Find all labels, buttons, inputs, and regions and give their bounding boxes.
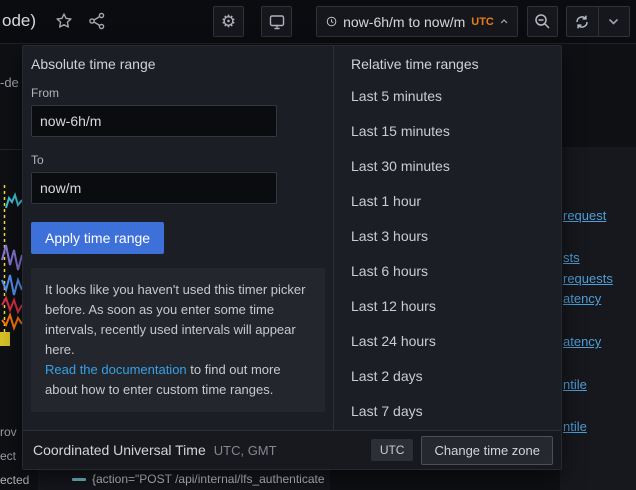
from-label: From bbox=[31, 86, 325, 100]
change-time-zone-button[interactable]: Change time zone bbox=[421, 436, 553, 465]
dashboard-settings-button[interactable]: ⚙ bbox=[213, 6, 244, 37]
relative-range-option[interactable]: Last 12 hours bbox=[334, 289, 561, 324]
relative-range-option[interactable]: Last 1 hour bbox=[334, 184, 561, 219]
tv-cycle-view-button[interactable] bbox=[261, 6, 292, 37]
to-label: To bbox=[31, 153, 325, 167]
timezone-detail: UTC, GMT bbox=[214, 443, 277, 458]
relative-range-option[interactable]: Last 7 days bbox=[334, 394, 561, 429]
apply-time-range-button[interactable]: Apply time range bbox=[31, 222, 164, 254]
absolute-section-heading: Absolute time range bbox=[31, 56, 325, 72]
relative-section-heading: Relative time ranges bbox=[334, 56, 561, 72]
time-picker-panel: Absolute time range From To Apply time r… bbox=[22, 45, 562, 470]
time-zone-tag: UTC bbox=[471, 16, 494, 28]
series-color-dash bbox=[72, 478, 86, 481]
legend-link[interactable]: ntile bbox=[563, 419, 587, 434]
refresh-interval-dropdown[interactable] bbox=[598, 7, 630, 36]
time-range-label: now-6h/m to now/m bbox=[343, 14, 465, 30]
axis-fragment-2: ect bbox=[0, 449, 16, 463]
relative-range-option[interactable]: Last 6 hours bbox=[334, 254, 561, 289]
from-input[interactable] bbox=[31, 105, 277, 137]
relative-range-option[interactable]: Last 5 minutes bbox=[334, 79, 561, 114]
chevron-down-icon bbox=[608, 18, 619, 25]
gear-icon: ⚙ bbox=[221, 12, 236, 32]
axis-fragment-3: ected bbox=[0, 473, 29, 487]
relative-time-ranges-section: Relative time ranges Last 5 minutes Last… bbox=[333, 46, 561, 430]
zoom-out-icon bbox=[534, 13, 551, 30]
recently-used-info-box: It looks like you haven't used this time… bbox=[31, 268, 325, 412]
breadcrumb-fragment: -de bbox=[0, 75, 19, 90]
share-icon[interactable] bbox=[88, 12, 106, 30]
relative-range-option[interactable]: Last 30 minutes bbox=[334, 149, 561, 184]
refresh-button-group bbox=[566, 6, 630, 37]
relative-range-option[interactable]: Last 3 hours bbox=[334, 219, 561, 254]
axis-fragment-1: rov bbox=[0, 425, 17, 439]
chevron-up-icon bbox=[500, 18, 508, 25]
timezone-name: Coordinated Universal Time bbox=[33, 442, 206, 458]
legend-link[interactable]: atency bbox=[563, 291, 601, 306]
top-navigation-bar: ode) ⚙ now-6h/m to now/m UTC bbox=[0, 0, 636, 44]
relative-range-option[interactable]: Last 15 minutes bbox=[334, 114, 561, 149]
relative-range-option[interactable]: Last 2 days bbox=[334, 359, 561, 394]
legend-link[interactable]: ntile bbox=[563, 377, 587, 392]
monitor-icon bbox=[268, 13, 286, 31]
legend-link[interactable]: request bbox=[563, 208, 606, 223]
refresh-dashboard-button[interactable] bbox=[567, 7, 598, 36]
dashboard-title-fragment: ode) bbox=[2, 11, 36, 31]
star-icon[interactable] bbox=[55, 12, 73, 30]
background-panel bbox=[560, 147, 636, 490]
graph-fragment bbox=[0, 150, 22, 350]
relative-range-option[interactable]: Last 24 hours bbox=[334, 324, 561, 359]
info-text: It looks like you haven't used this time… bbox=[45, 282, 305, 357]
absolute-time-range-section: Absolute time range From To Apply time r… bbox=[23, 46, 333, 430]
relative-range-list: Last 5 minutes Last 15 minutes Last 30 m… bbox=[334, 79, 561, 429]
legend-label[interactable]: {action="POST /api/internal/lfs_authenti… bbox=[92, 472, 325, 486]
read-documentation-link[interactable]: Read the documentation bbox=[45, 362, 187, 377]
to-input[interactable] bbox=[31, 172, 277, 204]
zoom-out-button[interactable] bbox=[527, 6, 558, 37]
timezone-footer: Coordinated Universal Time UTC, GMT UTC … bbox=[23, 430, 561, 469]
legend-link[interactable]: atency bbox=[563, 334, 601, 349]
refresh-icon bbox=[574, 14, 590, 30]
clock-icon bbox=[326, 14, 337, 29]
utc-badge: UTC bbox=[371, 439, 414, 461]
legend-link[interactable]: requests bbox=[563, 271, 613, 286]
legend-link[interactable]: sts bbox=[563, 250, 580, 265]
time-range-picker-button[interactable]: now-6h/m to now/m UTC bbox=[316, 6, 518, 37]
